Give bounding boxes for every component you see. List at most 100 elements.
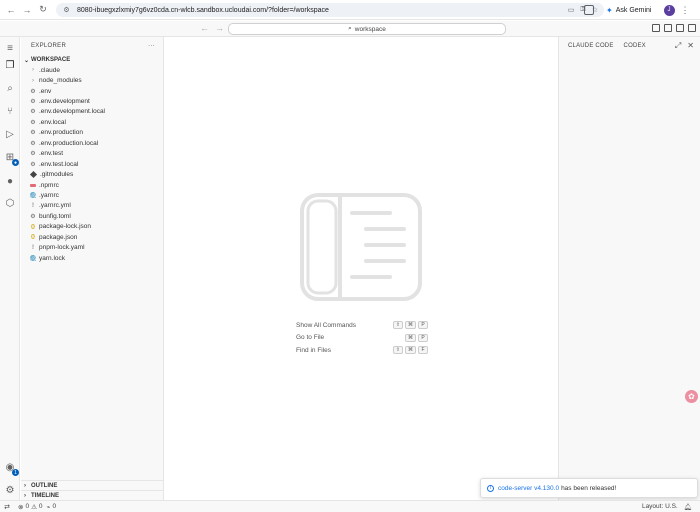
shortcut-row[interactable]: Show All Commands ⇧ ⌘ P: [296, 319, 428, 332]
json-file-icon: {}: [31, 223, 35, 230]
tree-item-label: .env.development: [39, 98, 90, 106]
settings-gear-icon[interactable]: ⚙: [4, 484, 16, 496]
tree-file[interactable]: ⚙ .env.development.local: [21, 107, 163, 117]
tree-file[interactable]: {} package.json: [21, 232, 163, 242]
source-control-icon[interactable]: ⑂: [4, 105, 16, 117]
browser-menu-icon[interactable]: ⋮: [681, 5, 690, 16]
warning-icon: ⚠: [31, 503, 37, 511]
close-icon[interactable]: ✕: [687, 41, 694, 51]
tree-folder[interactable]: › node_modules: [21, 75, 163, 85]
chevron-right-icon: ›: [24, 482, 26, 489]
npm-file-icon: [30, 183, 36, 187]
toggle-panel-icon[interactable]: [676, 24, 684, 32]
workspace-section-header[interactable]: ⌄ WORKSPACE: [21, 55, 163, 65]
tree-file[interactable]: ⚙ .env.test: [21, 149, 163, 159]
site-info-icon[interactable]: ⚙: [62, 6, 71, 15]
tree-file[interactable]: ⚙ .env: [21, 86, 163, 96]
reload-icon[interactable]: ↻: [36, 3, 50, 17]
remote-indicator-icon[interactable]: ⇄: [0, 503, 14, 511]
status-bar: ⇄ ⊗ 0 ⚠ 0 ⌁ 0 Layout: U.S. 🔔︎: [0, 500, 700, 512]
ports-count: 0: [52, 503, 57, 510]
more-actions-icon[interactable]: ···: [148, 43, 155, 49]
notification-text: has been released!: [561, 484, 617, 492]
outline-section-header[interactable]: › OUTLINE: [21, 480, 164, 490]
toggle-primary-sidebar-icon[interactable]: [664, 24, 672, 32]
tree-file[interactable]: ⚙ .env.local: [21, 117, 163, 127]
tree-item-label: pnpm-lock.yaml: [39, 244, 85, 252]
tree-file[interactable]: ! .yarnrc.yml: [21, 201, 163, 211]
profile-avatar[interactable]: J: [663, 4, 675, 16]
forward-icon[interactable]: →: [20, 3, 34, 17]
search-view-icon[interactable]: ⌕: [4, 82, 16, 94]
notifications-bell-icon[interactable]: 🔔︎: [684, 503, 692, 511]
tree-item-label: package.json: [39, 233, 78, 241]
cast-icon[interactable]: ▭: [568, 6, 575, 14]
vscode-watermark-logo: [300, 193, 422, 301]
tree-file[interactable]: 🧶︎ yarn.lock: [21, 253, 163, 263]
ask-gemini-label: Ask Gemini: [615, 6, 652, 14]
file-tree: › .claude › node_modules ⚙ .env ⚙ .env.developm…: [21, 65, 163, 263]
yarn-file-icon: 🧶︎: [29, 192, 37, 199]
extensions-view-icon[interactable]: ⊞ ●: [4, 151, 19, 166]
tree-file[interactable]: ⚙ .env.development: [21, 96, 163, 106]
tree-file[interactable]: ⚙ .env.production: [21, 128, 163, 138]
url-text[interactable]: 8080-ibuegxzlxmiy7g6vz0cda.cn-wlcb.sandb…: [77, 7, 329, 14]
problems-status[interactable]: ⊗ 0 ⚠ 0: [18, 503, 43, 511]
ports-icon: ⌁: [46, 503, 51, 511]
shortcut-row[interactable]: Go to File ⌘ P: [296, 332, 428, 345]
command-center-search[interactable]: ⌕ workspace: [228, 23, 506, 35]
tree-folder[interactable]: › .claude: [21, 65, 163, 75]
shortcut-row[interactable]: Find in Files ⇧ ⌘ F: [296, 344, 428, 357]
editor-area[interactable]: Show All Commands ⇧ ⌘ P Go to File ⌘ P Find in …: [165, 37, 557, 500]
key-cap: ⌘: [405, 321, 416, 330]
chevron-right-icon: ›: [24, 492, 26, 499]
run-debug-icon[interactable]: ▷: [4, 128, 16, 140]
timeline-section-header[interactable]: › TIMELINE: [21, 490, 164, 500]
tree-file[interactable]: ⚙ .env.test.local: [21, 159, 163, 169]
tab-claude-code[interactable]: CLAUDE CODE: [568, 43, 614, 49]
tree-item-label: .env.production: [39, 129, 83, 137]
floating-assistant-button[interactable]: ✿: [685, 390, 698, 403]
release-link[interactable]: code-server v4.130.0: [498, 485, 559, 492]
key-cap: P: [418, 321, 428, 330]
toggle-secondary-sidebar-icon[interactable]: [688, 24, 696, 32]
explorer-files-icon[interactable]: ❐: [4, 59, 16, 71]
ports-status[interactable]: ⌁ 0: [47, 503, 57, 511]
tree-file[interactable]: ! pnpm-lock.yaml: [21, 242, 163, 252]
keyboard-layout-status[interactable]: Layout: U.S.: [642, 503, 678, 511]
settings-file-icon: ⚙: [30, 109, 36, 116]
settings-file-icon: ⚙: [30, 99, 36, 106]
address-bar[interactable]: ⚙ 8080-ibuegxzlxmiy7g6vz0cda.cn-wlcb.san…: [56, 3, 604, 17]
tab-codex[interactable]: CODEX: [624, 43, 646, 49]
warning-count: 0: [38, 503, 43, 510]
tree-file[interactable]: .npmrc: [21, 180, 163, 190]
chevron-right-icon: ›: [32, 67, 34, 74]
tree-file[interactable]: ⚙ bunfig.toml: [21, 211, 163, 221]
extensions-icon[interactable]: [584, 5, 594, 15]
ask-gemini-button[interactable]: ✦ Ask Gemini: [600, 3, 658, 17]
tree-file[interactable]: ⚙ .env.production.local: [21, 138, 163, 148]
tree-file[interactable]: .gitmodules: [21, 169, 163, 179]
tree-item-label: bunfig.toml: [39, 212, 71, 220]
menu-icon[interactable]: ≡: [4, 42, 16, 54]
accounts-icon[interactable]: ◉ 1: [4, 461, 19, 476]
tree-item-label: .env.local: [39, 118, 66, 126]
keybinding: ⌘ P: [405, 333, 428, 342]
go-forward-icon[interactable]: →: [215, 23, 224, 33]
tree-item-label: .yarnrc.yml: [39, 202, 71, 210]
tree-file[interactable]: {} package-lock.json: [21, 222, 163, 232]
info-icon: i: [487, 484, 494, 492]
maximize-icon[interactable]: ⤢: [675, 41, 681, 51]
github-icon[interactable]: ●: [4, 175, 16, 187]
browser-toolbar: ← → ↻ ⚙ 8080-ibuegxzlxmiy7g6vz0cda.cn-wl…: [0, 0, 700, 20]
shortcut-label: Show All Commands: [296, 321, 356, 329]
go-back-icon[interactable]: ←: [200, 23, 209, 33]
timeline-label: TIMELINE: [31, 492, 59, 499]
back-icon[interactable]: ←: [4, 3, 18, 17]
customize-layout-icon[interactable]: [652, 24, 660, 32]
containers-icon[interactable]: ⬡: [4, 197, 16, 209]
shortcut-hints: Show All Commands ⇧ ⌘ P Go to File ⌘ P Find in …: [296, 319, 428, 357]
tree-file[interactable]: 🧶︎ .yarnrc: [21, 190, 163, 200]
workspace-label: WORKSPACE: [31, 57, 71, 63]
keybinding: ⇧ ⌘ F: [392, 346, 428, 355]
